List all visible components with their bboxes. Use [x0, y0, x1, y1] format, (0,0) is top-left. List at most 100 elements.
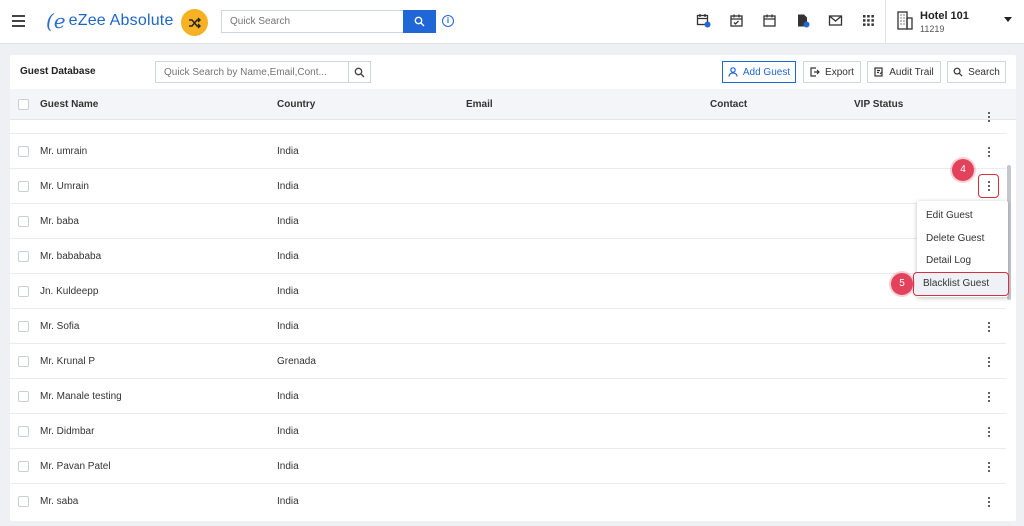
guest-country: India: [277, 181, 299, 192]
more-options-icon[interactable]: [984, 459, 994, 475]
column-header-vip-status[interactable]: VIP Status: [854, 99, 903, 110]
more-options-icon[interactable]: [984, 354, 994, 370]
top-icon-group: [695, 12, 893, 28]
guest-name: Mr. Sofia: [40, 321, 80, 332]
search-button[interactable]: [403, 10, 436, 33]
table-row[interactable]: Mr. baba India: [10, 204, 1006, 239]
panel-title: Guest Database: [20, 66, 96, 77]
table-row[interactable]: Mr. Umrain India: [10, 169, 1006, 204]
row-checkbox[interactable]: [18, 426, 29, 437]
guest-name: Mr. Pavan Patel: [40, 461, 111, 472]
more-options-icon[interactable]: [978, 174, 999, 198]
row-checkbox[interactable]: [18, 496, 29, 507]
search-icon: [953, 67, 963, 77]
table-row[interactable]: Mr. Krunal P Grenada: [10, 344, 1006, 379]
logo-mark-icon: (e: [46, 9, 66, 33]
hotel-name[interactable]: Hotel 101: [920, 10, 969, 22]
menu-item-delete-guest[interactable]: Delete Guest: [917, 228, 1008, 250]
table-row[interactable]: Mr. Didmbar India: [10, 414, 1006, 449]
row-checkbox[interactable]: [18, 286, 29, 297]
export-label: Export: [825, 66, 854, 78]
step-badge-4: 4: [952, 159, 974, 181]
guest-country: India: [277, 251, 299, 262]
guest-search-input[interactable]: [155, 61, 349, 83]
app-title: eZee Absolute: [68, 12, 174, 29]
more-options-icon[interactable]: [984, 389, 994, 405]
row-actions-menu: Edit Guest Delete Guest Detail Log Black…: [913, 201, 1009, 297]
audit-trail-icon: [874, 67, 884, 77]
table-body: Mr. umrain India Mr. Umrain India Mr. ba…: [10, 112, 1016, 521]
quick-search-input[interactable]: [221, 10, 403, 33]
chevron-down-icon[interactable]: [1004, 17, 1012, 22]
guest-search-button[interactable]: [348, 61, 371, 83]
app-logo[interactable]: (e eZee Absolute: [46, 9, 174, 33]
guest-name: Mr. Krunal P: [40, 356, 96, 367]
row-checkbox[interactable]: [18, 216, 29, 227]
search-icon: [414, 16, 425, 27]
hotel-code: 11219: [920, 24, 945, 34]
user-icon: [728, 67, 738, 77]
more-options-icon[interactable]: [984, 109, 994, 125]
mail-icon[interactable]: [827, 12, 843, 28]
guest-name: Mr. babababa: [40, 251, 102, 262]
calendar-icon[interactable]: [761, 12, 777, 28]
guest-name: Mr. saba: [40, 496, 79, 507]
table-row[interactable]: Mr. Sofia India: [10, 309, 1006, 344]
table-row[interactable]: Jn. Kuldeepp India: [10, 274, 1006, 309]
info-icon[interactable]: i: [442, 15, 454, 27]
guest-country: India: [277, 426, 299, 437]
add-guest-label: Add Guest: [742, 66, 791, 78]
column-header-country[interactable]: Country: [277, 99, 315, 110]
menu-item-detail-log[interactable]: Detail Log: [917, 250, 1008, 272]
table-row[interactable]: Mr. Manale testing India: [10, 379, 1006, 414]
guest-database-panel: Guest Database Add Guest Export Audit Tr…: [10, 55, 1016, 521]
row-checkbox[interactable]: [18, 251, 29, 262]
audit-trail-label: Audit Trail: [889, 66, 934, 78]
more-options-icon[interactable]: [984, 424, 994, 440]
guest-country: India: [277, 146, 299, 157]
menu-item-blacklist-guest[interactable]: Blacklist Guest: [913, 272, 1009, 296]
add-guest-button[interactable]: Add Guest: [722, 61, 796, 83]
more-options-icon[interactable]: [984, 494, 994, 510]
row-checkbox[interactable]: [18, 181, 29, 192]
column-header-guest-name[interactable]: Guest Name: [40, 99, 98, 110]
select-all-checkbox[interactable]: [18, 99, 29, 110]
guest-name: Mr. Didmbar: [40, 426, 95, 437]
more-options-icon[interactable]: [984, 144, 994, 160]
row-checkbox[interactable]: [18, 146, 29, 157]
column-header-email[interactable]: Email: [466, 99, 493, 110]
row-checkbox[interactable]: [18, 321, 29, 332]
guest-name: Mr. Manale testing: [40, 391, 122, 402]
row-checkbox[interactable]: [18, 461, 29, 472]
table-row[interactable]: Mr. babababa India: [10, 239, 1006, 274]
export-icon: [810, 67, 820, 77]
calendar-add-icon[interactable]: [695, 12, 711, 28]
table-row-partial: [10, 111, 1006, 134]
table-row[interactable]: Mr. saba India: [10, 484, 1006, 519]
search-label: Search: [968, 66, 1000, 78]
guest-name: Mr. baba: [40, 216, 79, 227]
export-button[interactable]: Export: [803, 61, 861, 83]
document-status-icon[interactable]: [794, 12, 810, 28]
apps-grid-icon[interactable]: [860, 12, 876, 28]
guest-country: India: [277, 286, 299, 297]
search-filter-button[interactable]: Search: [947, 61, 1006, 83]
guest-country: India: [277, 391, 299, 402]
menu-item-edit-guest[interactable]: Edit Guest: [917, 205, 1008, 227]
topbar-divider: [885, 0, 886, 44]
guest-country: India: [277, 496, 299, 507]
guest-country: India: [277, 321, 299, 332]
table-row[interactable]: Mr. Pavan Patel India: [10, 449, 1006, 484]
guest-country: India: [277, 461, 299, 472]
row-checkbox[interactable]: [18, 391, 29, 402]
row-checkbox[interactable]: [18, 356, 29, 367]
shuffle-icon[interactable]: [181, 9, 208, 36]
more-options-icon[interactable]: [984, 319, 994, 335]
table-row[interactable]: Mr. umrain India: [10, 134, 1006, 169]
top-bar: (e eZee Absolute i Hotel 101 11219: [0, 0, 1024, 44]
column-header-contact[interactable]: Contact: [710, 99, 747, 110]
hotel-building-icon[interactable]: [897, 10, 913, 33]
calendar-check-icon[interactable]: [728, 12, 744, 28]
audit-trail-button[interactable]: Audit Trail: [867, 61, 941, 83]
menu-icon[interactable]: [12, 15, 25, 27]
